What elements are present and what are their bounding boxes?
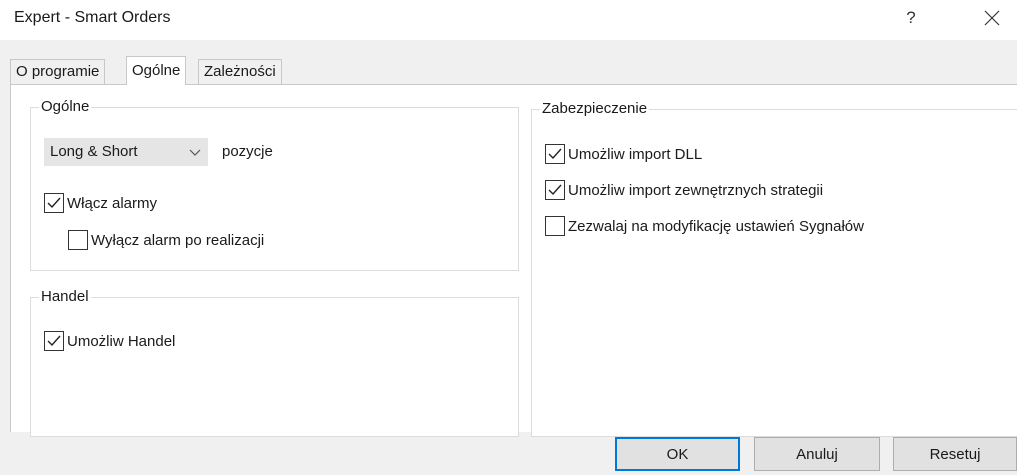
checkbox-box[interactable] — [44, 193, 64, 213]
dialog-client-area: O programie Ogólne Zależności Ogólne Lon… — [0, 40, 1017, 475]
position-select[interactable]: Long & Short — [44, 138, 208, 166]
external-import-checkbox[interactable]: Umożliw import zewnętrznych strategii — [545, 180, 823, 200]
checkbox-box[interactable] — [545, 216, 565, 236]
close-button[interactable] — [972, 2, 1012, 34]
tab-panel-ogolne: Ogólne Long & Short pozycje Włącz alarmy… — [10, 84, 1017, 437]
cancel-button[interactable]: Anuluj — [754, 437, 880, 471]
dll-import-checkbox[interactable]: Umożliw import DLL — [545, 144, 702, 164]
reset-button[interactable]: Resetuj — [893, 437, 1017, 471]
disable-alarm-after-checkbox[interactable]: Wyłącz alarm po realizacji — [68, 230, 264, 250]
ok-button[interactable]: OK — [615, 437, 740, 471]
tab-label: Zależności — [204, 63, 276, 80]
title-bar: Expert - Smart Orders ? — [0, 0, 1017, 40]
checkbox-box[interactable] — [44, 331, 64, 351]
position-select-value: Long & Short — [50, 143, 138, 160]
group-trade-label: Handel — [39, 288, 91, 306]
disable-alarm-after-label: Wyłącz alarm po realizacji — [91, 231, 265, 249]
checkmark-icon — [548, 148, 562, 160]
checkbox-box[interactable] — [545, 180, 565, 200]
group-security-label: Zabezpieczenie — [540, 100, 650, 118]
checkmark-icon — [548, 184, 562, 196]
enable-trade-checkbox[interactable]: Umożliw Handel — [44, 331, 175, 351]
enable-alarms-checkbox[interactable]: Włącz alarmy — [44, 193, 157, 213]
close-icon — [984, 10, 1000, 26]
tab-label: Ogólne — [132, 62, 181, 79]
position-suffix-label: pozycje — [222, 143, 273, 160]
chevron-down-icon — [189, 149, 201, 156]
enable-trade-label: Umożliw Handel — [67, 332, 176, 350]
group-security: Zabezpieczenie Umożliw import DLL Umożli… — [531, 100, 1017, 437]
dll-import-label: Umożliw import DLL — [568, 145, 703, 163]
tab-zaleznosci[interactable]: Zależności — [198, 59, 282, 84]
tab-ogolne[interactable]: Ogólne — [126, 56, 187, 85]
tab-o-programie[interactable]: O programie — [10, 59, 106, 84]
tab-strip: O programie Ogólne Zależności — [10, 56, 1017, 85]
external-import-label: Umożliw import zewnętrznych strategii — [568, 181, 824, 199]
help-button[interactable]: ? — [896, 4, 926, 32]
group-general-label: Ogólne — [39, 98, 92, 116]
tab-label: O programie — [16, 63, 100, 80]
checkbox-box[interactable] — [68, 230, 88, 250]
signal-mod-label: Zezwalaj na modyfikację ustawień Sygnałó… — [568, 217, 864, 235]
enable-alarms-label: Włącz alarmy — [67, 194, 158, 212]
group-general: Ogólne Long & Short pozycje Włącz alarmy… — [30, 98, 519, 271]
window-title: Expert - Smart Orders — [14, 9, 171, 26]
help-icon: ? — [906, 8, 916, 27]
checkbox-box[interactable] — [545, 144, 565, 164]
checkmark-icon — [47, 335, 61, 347]
signal-mod-checkbox[interactable]: Zezwalaj na modyfikację ustawień Sygnałó… — [545, 216, 864, 236]
group-trade: Handel Umożliw Handel — [30, 288, 519, 437]
checkmark-icon — [47, 197, 61, 209]
